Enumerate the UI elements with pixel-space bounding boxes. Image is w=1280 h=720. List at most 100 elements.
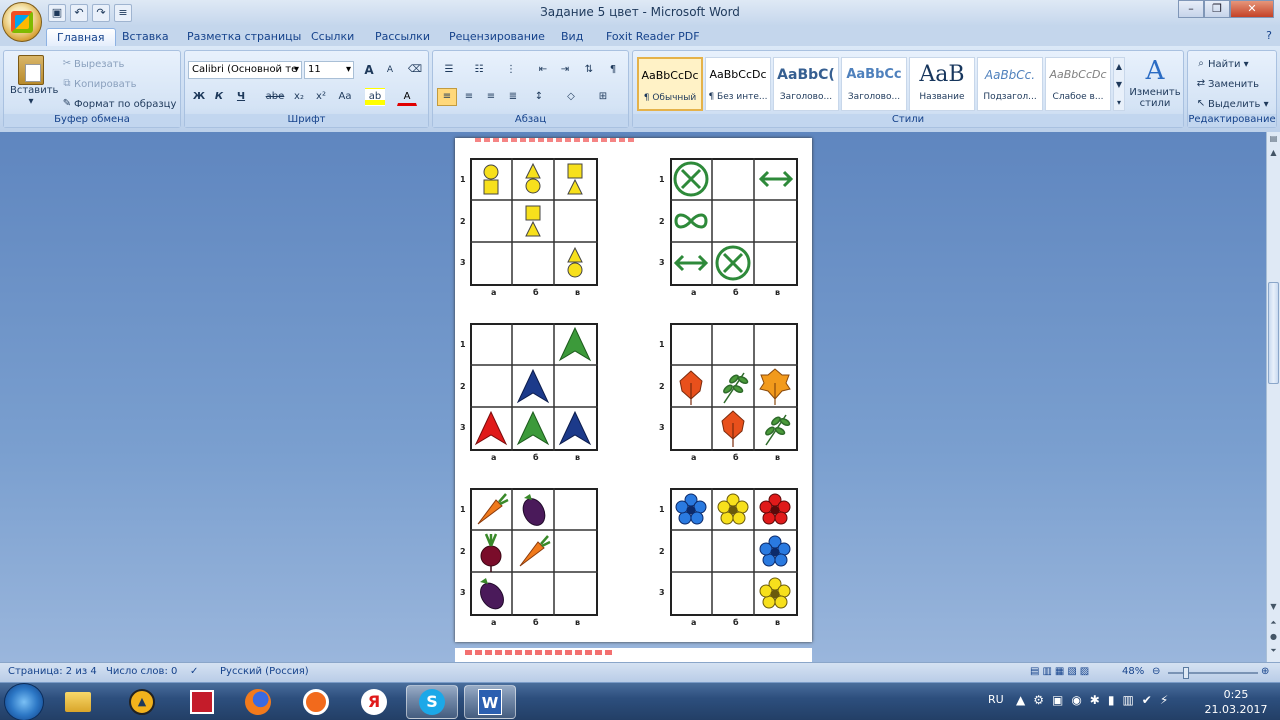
- app-icon-red[interactable]: [180, 685, 224, 719]
- change-styles-button[interactable]: A Изменить стили: [1127, 55, 1183, 109]
- find-button[interactable]: ⌕ Найти ▾: [1194, 57, 1249, 71]
- clipboard-label: Буфер обмена: [4, 114, 180, 127]
- tray-icons[interactable]: ▲⚙▣◉✱▮▥✔⚡: [1016, 693, 1176, 707]
- zoom-slider[interactable]: [1168, 672, 1258, 674]
- zoom-level[interactable]: 48%: [1122, 666, 1144, 677]
- tab-view[interactable]: Вид: [551, 28, 593, 46]
- prev-page-icon[interactable]: ⏶: [1268, 618, 1279, 630]
- tab-insert[interactable]: Вставка: [112, 28, 179, 46]
- numbering-icon[interactable]: ☷: [469, 61, 489, 79]
- zoom-out-icon[interactable]: ⊖: [1152, 666, 1160, 677]
- subscript-button[interactable]: x₂: [289, 88, 309, 106]
- font-color-icon[interactable]: A: [397, 88, 417, 106]
- next-page[interactable]: [455, 648, 812, 662]
- increase-indent-icon[interactable]: ⇥: [555, 61, 575, 79]
- tab-page-layout[interactable]: Разметка страницы: [177, 28, 311, 46]
- start-button[interactable]: [4, 683, 44, 720]
- firefox-icon[interactable]: [236, 685, 280, 719]
- line-spacing-icon[interactable]: ↕: [529, 88, 549, 106]
- style-subtitle[interactable]: AaBbCc. Подзагол...: [977, 57, 1043, 111]
- multilevel-list-icon[interactable]: ⋮: [501, 61, 521, 79]
- style-no-spacing[interactable]: AaBbCcDc ¶ Без инте...: [705, 57, 771, 111]
- skype-icon[interactable]: S: [406, 685, 458, 719]
- maximize-button[interactable]: ❐: [1204, 0, 1230, 18]
- vertical-scrollbar[interactable]: ▤ ▲ ▼ ⏶ ● ⏷: [1266, 132, 1280, 662]
- green-branch-icon: [765, 414, 791, 446]
- pilcrow-icon[interactable]: ¶: [603, 61, 623, 79]
- office-button[interactable]: [2, 2, 42, 42]
- tab-references[interactable]: Ссылки: [301, 28, 364, 46]
- language[interactable]: Русский (Россия): [220, 666, 309, 677]
- format-painter-button[interactable]: ✎ Формат по образцу: [60, 97, 177, 111]
- language-indicator[interactable]: RU: [988, 693, 1004, 706]
- zoom-thumb[interactable]: [1183, 667, 1189, 679]
- beet-icon: [480, 533, 502, 572]
- scroll-down-icon[interactable]: ▼: [1268, 602, 1279, 614]
- align-right-icon[interactable]: ≡: [481, 88, 501, 106]
- document-page[interactable]: 1 2 3 а б в 1 2 3 а б в 1 2 3 а б в 1 2 …: [455, 138, 812, 642]
- replace-button[interactable]: ⇄ Заменить: [1194, 77, 1259, 91]
- explorer-icon[interactable]: [56, 685, 100, 719]
- red-leaf-icon: [679, 370, 703, 405]
- underline-button[interactable]: Ч: [231, 88, 251, 106]
- shading-icon[interactable]: ◇: [561, 88, 581, 106]
- copy-icon: ⧉: [63, 78, 71, 89]
- superscript-button[interactable]: x²: [311, 88, 331, 106]
- shrink-font-button[interactable]: A: [380, 61, 400, 79]
- bullets-icon[interactable]: ☰: [439, 61, 459, 79]
- italic-button[interactable]: К: [209, 88, 229, 106]
- borders-icon[interactable]: ⊞: [593, 88, 613, 106]
- app-icon-orange[interactable]: [294, 685, 338, 719]
- cut-button[interactable]: ✂ Вырезать: [60, 57, 125, 71]
- align-center-icon[interactable]: ≡: [459, 88, 479, 106]
- align-left-icon[interactable]: ≡: [437, 88, 457, 106]
- yandex-browser-icon[interactable]: Я: [352, 685, 396, 719]
- close-button[interactable]: ✕: [1230, 0, 1274, 18]
- style-subtle-emphasis[interactable]: AaBbCcDc Слабое в...: [1045, 57, 1111, 111]
- style-normal[interactable]: AaBbCcDc ¶ Обычный: [637, 57, 703, 111]
- square-triangle-shape: [567, 163, 583, 195]
- grow-font-button[interactable]: A: [359, 61, 379, 79]
- minimize-button[interactable]: –: [1178, 0, 1204, 18]
- highlight-icon[interactable]: ab: [365, 88, 385, 106]
- scroll-thumb[interactable]: [1268, 282, 1279, 384]
- tab-review[interactable]: Рецензирование: [439, 28, 555, 46]
- tab-foxit[interactable]: Foxit Reader PDF: [596, 28, 710, 46]
- grid-lines: [670, 488, 798, 616]
- strikethrough-button[interactable]: abe: [263, 88, 287, 106]
- decrease-indent-icon[interactable]: ⇤: [533, 61, 553, 79]
- word-icon[interactable]: W: [464, 685, 516, 719]
- style-heading-2[interactable]: AaBbCc Заголово...: [841, 57, 907, 111]
- copy-button[interactable]: ⧉ Копировать: [60, 77, 136, 91]
- clock[interactable]: 0:25 21.03.2017: [1200, 687, 1272, 717]
- justify-icon[interactable]: ≣: [503, 88, 523, 106]
- font-name-select[interactable]: Calibri (Основной те ▾: [188, 61, 302, 79]
- style-heading-1[interactable]: AaBbC(Заголово...: [773, 57, 839, 111]
- app-icon-triangle[interactable]: ▲: [120, 685, 164, 719]
- styles-scroll[interactable]: ▲ ▼ ▾: [1113, 57, 1125, 111]
- scroll-up-icon[interactable]: ▲: [1268, 148, 1279, 160]
- tab-home[interactable]: Главная: [46, 28, 116, 46]
- bold-button[interactable]: Ж: [189, 88, 209, 106]
- change-case-button[interactable]: Aa: [333, 88, 357, 106]
- tab-mailings[interactable]: Рассылки: [365, 28, 440, 46]
- paragraph-group: ☰ ☷ ⋮ ⇤ ⇥ ⇅ ¶ ≡ ≡ ≡ ≣ ↕ ◇ ⊞ Абзац: [432, 50, 629, 128]
- paste-button[interactable]: Вставить ▾: [10, 55, 58, 107]
- page-count[interactable]: Страница: 2 из 4: [8, 666, 97, 677]
- select-button[interactable]: ↖ Выделить ▾: [1194, 97, 1269, 111]
- blue-arrowhead: [558, 410, 592, 446]
- font-size-select[interactable]: 11 ▾: [304, 61, 354, 79]
- word-count[interactable]: Число слов: 0: [106, 666, 177, 677]
- next-page-icon[interactable]: ⏷: [1268, 646, 1279, 658]
- view-buttons[interactable]: ▤▥▦▧▨: [1030, 666, 1092, 677]
- clear-format-icon[interactable]: ⌫: [405, 61, 425, 79]
- proofing-icon[interactable]: ✓: [190, 666, 198, 677]
- blue-flower-icon: [675, 493, 707, 525]
- style-title[interactable]: AaB Название: [909, 57, 975, 111]
- help-icon[interactable]: ?: [1266, 29, 1272, 42]
- sort-icon[interactable]: ⇅: [579, 61, 599, 79]
- browse-object-icon[interactable]: ●: [1268, 632, 1279, 644]
- ruler-toggle-icon[interactable]: ▤: [1268, 134, 1279, 146]
- zoom-in-icon[interactable]: ⊕: [1261, 666, 1269, 677]
- grid-lines: [670, 158, 798, 286]
